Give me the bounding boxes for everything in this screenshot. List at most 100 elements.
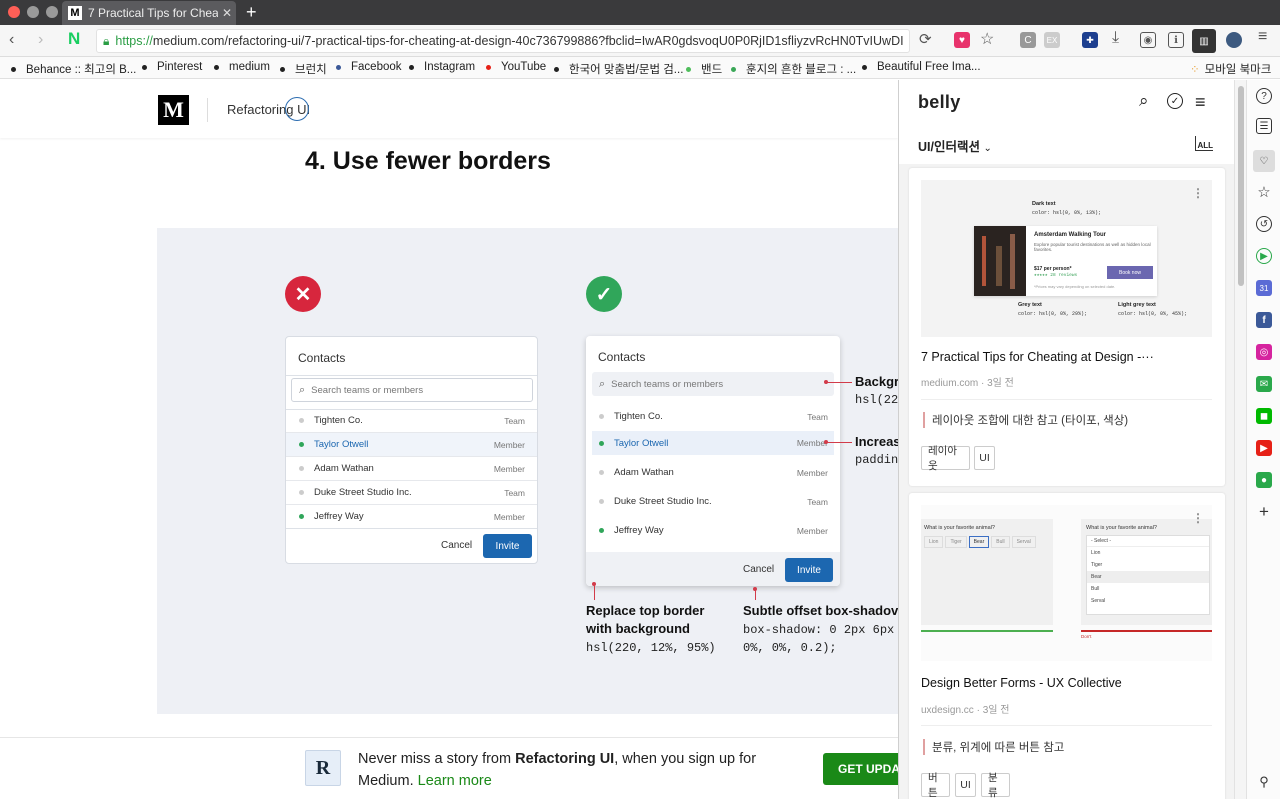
bookmark-title[interactable]: 7 Practical Tips for Cheating at Design …	[921, 350, 1154, 364]
annotation-code: hsl(220, 12%, 95%)	[586, 641, 716, 655]
bookmark-item[interactable]: 훈지의 흔한 블로그 : ...	[731, 61, 856, 77]
reader-icon[interactable]: ℹ	[1168, 32, 1184, 48]
download-icon[interactable]: ⤓	[1112, 29, 1119, 47]
bookmark-item[interactable]: 밴드	[686, 61, 722, 77]
bookmark-dot-icon	[554, 66, 559, 72]
mail-icon[interactable]: ✉	[1256, 376, 1272, 392]
back-icon[interactable]: ‹	[9, 31, 14, 49]
annotation-title: with background	[586, 621, 690, 636]
status-dot-icon	[599, 470, 604, 475]
bookmark-item[interactable]: 한국어 맞춤법/문법 검...	[554, 61, 683, 77]
whale-assistant-icon[interactable]: ?	[1256, 88, 1272, 104]
card-title: Contacts	[598, 350, 646, 364]
naver-home-icon[interactable]: N	[68, 29, 80, 49]
form-example-right: What is your favorite animal? - Select -…	[1081, 519, 1212, 639]
line-icon[interactable]: ◼	[1256, 408, 1272, 424]
favorites-star-icon[interactable]: ☆	[1256, 184, 1272, 201]
bookmark-item[interactable]: 브런치	[280, 61, 327, 77]
annotation-line	[826, 442, 852, 443]
bookmark-item[interactable]: Facebook	[336, 61, 402, 73]
hamburger-menu-icon[interactable]: ≡	[1195, 92, 1206, 113]
sidebar-toggle-icon[interactable]: ▥	[1192, 29, 1216, 53]
invite-button: Invite	[785, 558, 833, 582]
signup-footer-banner: R Never miss a story from Refactoring UI…	[0, 737, 898, 799]
medium-header: M Refactoring UI	[0, 80, 898, 138]
zoom-window-button[interactable]	[46, 6, 58, 18]
bookmark-item[interactable]: medium	[214, 61, 270, 73]
annotation-title: Replace top border	[586, 603, 705, 618]
menu-icon[interactable]: ≡	[1258, 28, 1267, 46]
signup-message: Never miss a story from Refactoring UI, …	[358, 751, 757, 789]
contacts-card-after: Contacts ⌕ Search teams or members Tighte…	[586, 336, 840, 586]
extension-ex-icon[interactable]: EX	[1044, 32, 1060, 48]
extension-c-icon[interactable]: C	[1020, 32, 1036, 48]
view-all-icon[interactable]: ALL	[1195, 136, 1213, 151]
bookmark-dot-icon	[142, 64, 147, 70]
bookmark-item[interactable]: Instagram	[409, 61, 475, 73]
bookmark-item[interactable]: Beautiful Free Ima...	[862, 61, 981, 73]
pocket-sidebar-icon[interactable]: ♡	[1253, 150, 1275, 172]
medium-logo-icon[interactable]: M	[158, 95, 189, 125]
profile-avatar[interactable]	[1226, 32, 1242, 48]
address-bar[interactable]: 🔒︎ https://medium.com/refactoring-ui/7-p…	[96, 29, 910, 53]
annotation-title: Subtle offset box-shadov	[743, 603, 898, 618]
article-figure: ✕ ✓ Contacts ⌕ Search teams or members Ti…	[157, 228, 898, 714]
bookmark-card[interactable]: What is your favorite animal? Lion Tiger…	[909, 493, 1225, 799]
instagram-icon[interactable]: ◎	[1256, 344, 1272, 360]
bookmark-source: uxdesign.cc · 3일 전	[921, 705, 1010, 716]
sidebar-scrollbar[interactable]	[1234, 80, 1246, 799]
add-app-icon[interactable]: +	[1256, 502, 1272, 521]
bookmark-dot-icon	[731, 66, 736, 72]
play-icon[interactable]: ▶	[1256, 248, 1272, 264]
search-icon[interactable]: ⌕	[1139, 91, 1149, 111]
more-options-icon[interactable]: ⋮	[1192, 186, 1204, 200]
uk-flag-icon[interactable]: ✚	[1082, 32, 1098, 48]
publication-name[interactable]: Refactoring UI	[227, 97, 310, 121]
bookmark-item[interactable]: Behance :: 최고의 B...	[11, 61, 136, 77]
history-icon[interactable]: ↺	[1256, 216, 1272, 232]
bookmark-item[interactable]: Pinterest	[142, 61, 202, 73]
status-dot-icon	[299, 466, 304, 471]
form-example-left: What is your favorite animal? Lion Tiger…	[921, 519, 1053, 632]
bookmark-card[interactable]: Dark text color: hsl(0, 0%, 13%); Amster…	[909, 168, 1225, 486]
pin-icon[interactable]: ⚲	[1256, 774, 1272, 790]
tag-chip[interactable]: 버튼	[921, 772, 950, 799]
table-row: Adam Wathan Member	[286, 457, 537, 481]
sidebar-app-rail: ? ☰ ♡ ☆ ↺ ▶ 31 f ◎ ✉ ◼ ▶ ● + ⚲	[1246, 80, 1280, 799]
browser-tab[interactable]: M 7 Practical Tips for Cheat ✕	[62, 1, 236, 25]
reload-icon[interactable]: ⟳	[919, 30, 932, 48]
check-circle-icon[interactable]: ✓	[1167, 93, 1183, 109]
calendar-icon[interactable]: 31	[1256, 280, 1272, 296]
map-pin-icon[interactable]: ●	[1256, 472, 1272, 488]
bookmark-note: 분류, 위계에 따른 버튼 참고	[923, 739, 1064, 755]
tag-chip[interactable]: UI	[974, 446, 995, 470]
close-window-button[interactable]	[8, 6, 20, 18]
new-tab-icon[interactable]: +	[246, 2, 257, 23]
minimize-window-button[interactable]	[27, 6, 39, 18]
tag-chip[interactable]: 레이아웃	[921, 445, 970, 472]
tag-chip[interactable]: 분류	[981, 772, 1010, 799]
table-row: Jeffrey Way Member	[586, 516, 840, 545]
mobile-bookmarks[interactable]: ⁘ 모바일 북마크	[1190, 61, 1271, 77]
facebook-icon[interactable]: f	[1256, 312, 1272, 328]
category-dropdown[interactable]: UI/인터랙션 ⌄	[918, 136, 992, 155]
get-updates-button[interactable]: GET UPDATES	[823, 753, 898, 785]
more-options-icon[interactable]: ⋮	[1192, 511, 1204, 525]
bookmark-title[interactable]: Design Better Forms - UX Collective	[921, 676, 1122, 690]
calendar-tool-icon[interactable]: ☰	[1256, 118, 1272, 134]
learn-more-link[interactable]: Learn more	[418, 773, 492, 789]
tag-chip[interactable]: UI	[955, 773, 976, 797]
scrollbar-thumb[interactable]	[1238, 86, 1244, 286]
annotation-dot	[753, 587, 757, 591]
bookmark-star-icon[interactable]: ☆	[980, 29, 994, 49]
tab-title: 7 Practical Tips for Cheat	[88, 6, 218, 20]
table-row: Duke Street Studio Inc. Team	[286, 481, 537, 505]
bookmark-item[interactable]: YouTube	[486, 61, 546, 73]
article-thumbnail: Dark text color: hsl(0, 0%, 13%); Amster…	[921, 180, 1212, 337]
close-tab-icon[interactable]: ✕	[218, 6, 236, 20]
forward-icon[interactable]: ›	[38, 31, 43, 49]
youtube-icon[interactable]: ▶	[1256, 440, 1272, 456]
pocket-icon[interactable]: ♥	[954, 32, 970, 48]
belly-logo[interactable]: belly	[918, 92, 961, 113]
camera-icon[interactable]: ◉	[1140, 32, 1156, 48]
